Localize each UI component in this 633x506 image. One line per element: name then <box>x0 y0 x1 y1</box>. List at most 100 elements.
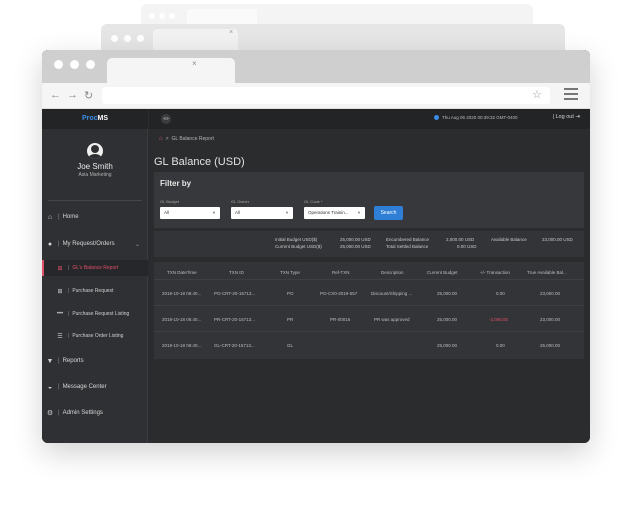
breadcrumb-current: GL Balance Report <box>171 136 214 142</box>
bookmark-star-icon[interactable]: ☆ <box>532 88 542 101</box>
sidebar-subitem-purchase-order-listing[interactable]: ☰ | Purchase Order Listing <box>42 328 148 344</box>
logout-icon: ⇥ <box>575 114 580 120</box>
user-role: Asia Marketing <box>78 172 112 178</box>
top-bar: «» Thu Aug 06 2020 00:39:32 GMT-0400 | L… <box>149 109 590 129</box>
ref-txn: PO-CX0-2019-557 <box>320 291 358 296</box>
logout-link[interactable]: | Log out ⇥ <box>553 114 580 120</box>
column-header[interactable]: +/- Transaction <box>480 266 510 280</box>
chevron-down-icon: ▼ <box>357 210 361 215</box>
home-icon[interactable]: ⌂ <box>159 136 163 142</box>
table-row[interactable]: 2019-10-18 06:40... PO-CRT-20-15713... P… <box>154 281 584 306</box>
page-title: GL Balance (USD) <box>154 156 245 168</box>
available-balance-label: Available Balance <box>491 237 527 242</box>
total-settled-label: Total Settled Balance <box>386 244 429 249</box>
sidebar-item-label: My Request/Orders <box>62 241 115 247</box>
transactions-table: TXN DateTime TXN ID TXN Type Ref-TXN Des… <box>154 262 584 359</box>
sidebar-item-message-center[interactable]: ◒ | Message Center <box>42 380 148 394</box>
chevron-down-icon: ▼ <box>285 210 289 215</box>
gl-code-label: GL Code * <box>304 199 323 204</box>
balance-summary: Initial Budget USD($) 25,000.00 USD Curr… <box>154 231 584 257</box>
initial-budget-label: Initial Budget USD($) <box>275 237 318 242</box>
chevron-down-icon: ⌄ <box>134 241 140 248</box>
txn-datetime: 2019-10-18 06:40... <box>162 317 202 322</box>
sidebar-item-label: Reports <box>62 358 84 364</box>
table-row[interactable]: 2019-10-18 06:40... GL-CRT-20-15713... G… <box>154 333 584 358</box>
sidebar-subitem-purchase-request[interactable]: ⊞ | Purchase Request <box>42 283 148 299</box>
sidebar-item-home[interactable]: ⌂ | Home <box>42 210 148 224</box>
column-header[interactable]: True Available Bal... <box>527 266 567 280</box>
sidebar-item-label: Home <box>62 214 79 220</box>
address-bar[interactable] <box>102 87 550 104</box>
ellipsis-icon: ••• <box>56 311 64 317</box>
encumbered-balance-label: Encumbered Balance <box>386 237 430 242</box>
browser-menu-icon[interactable] <box>564 88 578 103</box>
chevron-down-icon: ▼ <box>212 210 216 215</box>
datetime-text: Thu Aug 06 2020 00:39:32 GMT-0400 <box>442 115 518 120</box>
browser-toolbar: ← → ↻ ☆ <box>42 83 590 109</box>
column-header[interactable]: TXN DateTime <box>167 266 197 280</box>
window-controls[interactable] <box>54 60 95 69</box>
current-budget-label: Current Budget USD($) <box>275 244 322 249</box>
txn-datetime: 2019-10-18 06:40... <box>162 343 202 348</box>
report-icon: ⊞ <box>57 265 63 272</box>
txn-type: GL <box>287 343 294 348</box>
table-row[interactable]: 2019-10-18 06:40... PR-CRT-20-15713... P… <box>154 307 584 332</box>
browser-window: × ← → ↻ ☆ ProcMS Joe Smith Asia Marketin… <box>42 50 590 443</box>
sidebar-item-admin-settings[interactable]: ⚙ | Admin Settings <box>42 406 148 420</box>
true-available-balance: 23,000.00 <box>540 317 561 322</box>
filter-panel: Filter by GL Budget All ▼ GL Owner All ▼ G… <box>154 172 584 228</box>
transaction-amount: 0.00 <box>496 291 505 296</box>
current-budget-value: 25,000.00 USD <box>340 244 371 249</box>
clock-icon <box>434 115 439 120</box>
gl-budget-label: GL Budget <box>160 199 179 204</box>
filter-title: Filter by <box>160 179 192 188</box>
forward-arrow-icon[interactable]: → <box>67 89 80 102</box>
initial-budget-value: 25,000.00 USD <box>340 237 371 242</box>
search-button[interactable]: Search <box>374 206 403 220</box>
current-budget: 25,000.00 <box>437 291 458 296</box>
sidebar-divider <box>48 200 142 201</box>
txn-datetime: 2019-10-18 06:40... <box>162 291 202 296</box>
gl-owner-label: GL Owner <box>231 199 250 204</box>
user-name: Joe Smith <box>77 162 113 171</box>
sidebar-subitem-label: Purchase Request Listing <box>72 311 130 317</box>
sidebar-item-my-request-orders[interactable]: ● | My Request/Orders ⌄ <box>42 237 148 251</box>
sidebar-toggle-button[interactable]: «» <box>161 114 171 124</box>
column-header[interactable]: Ref-TXN <box>332 266 350 280</box>
app-logo[interactable]: ProcMS <box>42 109 148 129</box>
sidebar-item-reports[interactable]: ▼ | Reports <box>42 354 148 368</box>
back-arrow-icon[interactable]: ← <box>50 89 63 102</box>
txn-description: PR was approved <box>374 317 410 322</box>
column-header[interactable]: TXN ID <box>229 266 244 280</box>
chat-icon: ◒ <box>47 383 53 391</box>
breadcrumb-separator: > <box>165 136 169 142</box>
sidebar-subitem-gl-balance-report[interactable]: ⊞ | GL's Balance Report <box>42 260 148 276</box>
current-budget: 25,000.00 <box>437 317 458 322</box>
gl-owner-select[interactable]: All ▼ <box>231 207 293 219</box>
txn-id: GL-CRT-20-15713... <box>214 343 255 348</box>
procms-app: ProcMS Joe Smith Asia Marketing ⌂ | Home … <box>42 109 590 443</box>
ref-txn: PR-00016 <box>330 317 351 322</box>
total-settled-value: 0.00 USD <box>457 244 477 249</box>
breadcrumb: ⌂ > GL Balance Report <box>159 136 214 142</box>
browser-nav-buttons: ← → ↻ <box>50 89 95 102</box>
filter-icon: ▼ <box>46 357 54 365</box>
txn-id: PO-CRT-20-15713... <box>214 291 256 296</box>
browser-tab[interactable] <box>107 58 235 83</box>
tab-close-icon[interactable]: × <box>192 59 197 68</box>
sidebar-subitem-purchase-request-listing[interactable]: ••• | Purchase Request Listing <box>42 306 148 322</box>
column-header[interactable]: Current Budget <box>427 266 458 280</box>
available-balance-value: 23,000.00 USD <box>542 237 573 242</box>
screenshot-stage: × × ← → ↻ ☆ ProcMS Joe Smith Asia Market… <box>0 0 633 506</box>
reload-icon[interactable]: ↻ <box>84 89 95 102</box>
column-header[interactable]: Description <box>381 266 404 280</box>
gl-code-select[interactable]: Operations Trainin... ▼ <box>304 207 365 219</box>
current-budget: 25,000.00 <box>437 343 458 348</box>
true-available-balance: 25,000.00 <box>540 343 561 348</box>
column-header[interactable]: TXN Type <box>280 266 300 280</box>
true-available-balance: 23,000.00 <box>540 291 561 296</box>
sidebar-subitem-label: GL's Balance Report <box>72 265 119 271</box>
encumbered-balance-value: 2,000.00 USD <box>446 237 475 242</box>
orders-icon: ● <box>47 240 53 248</box>
gl-budget-select[interactable]: All ▼ <box>160 207 220 219</box>
